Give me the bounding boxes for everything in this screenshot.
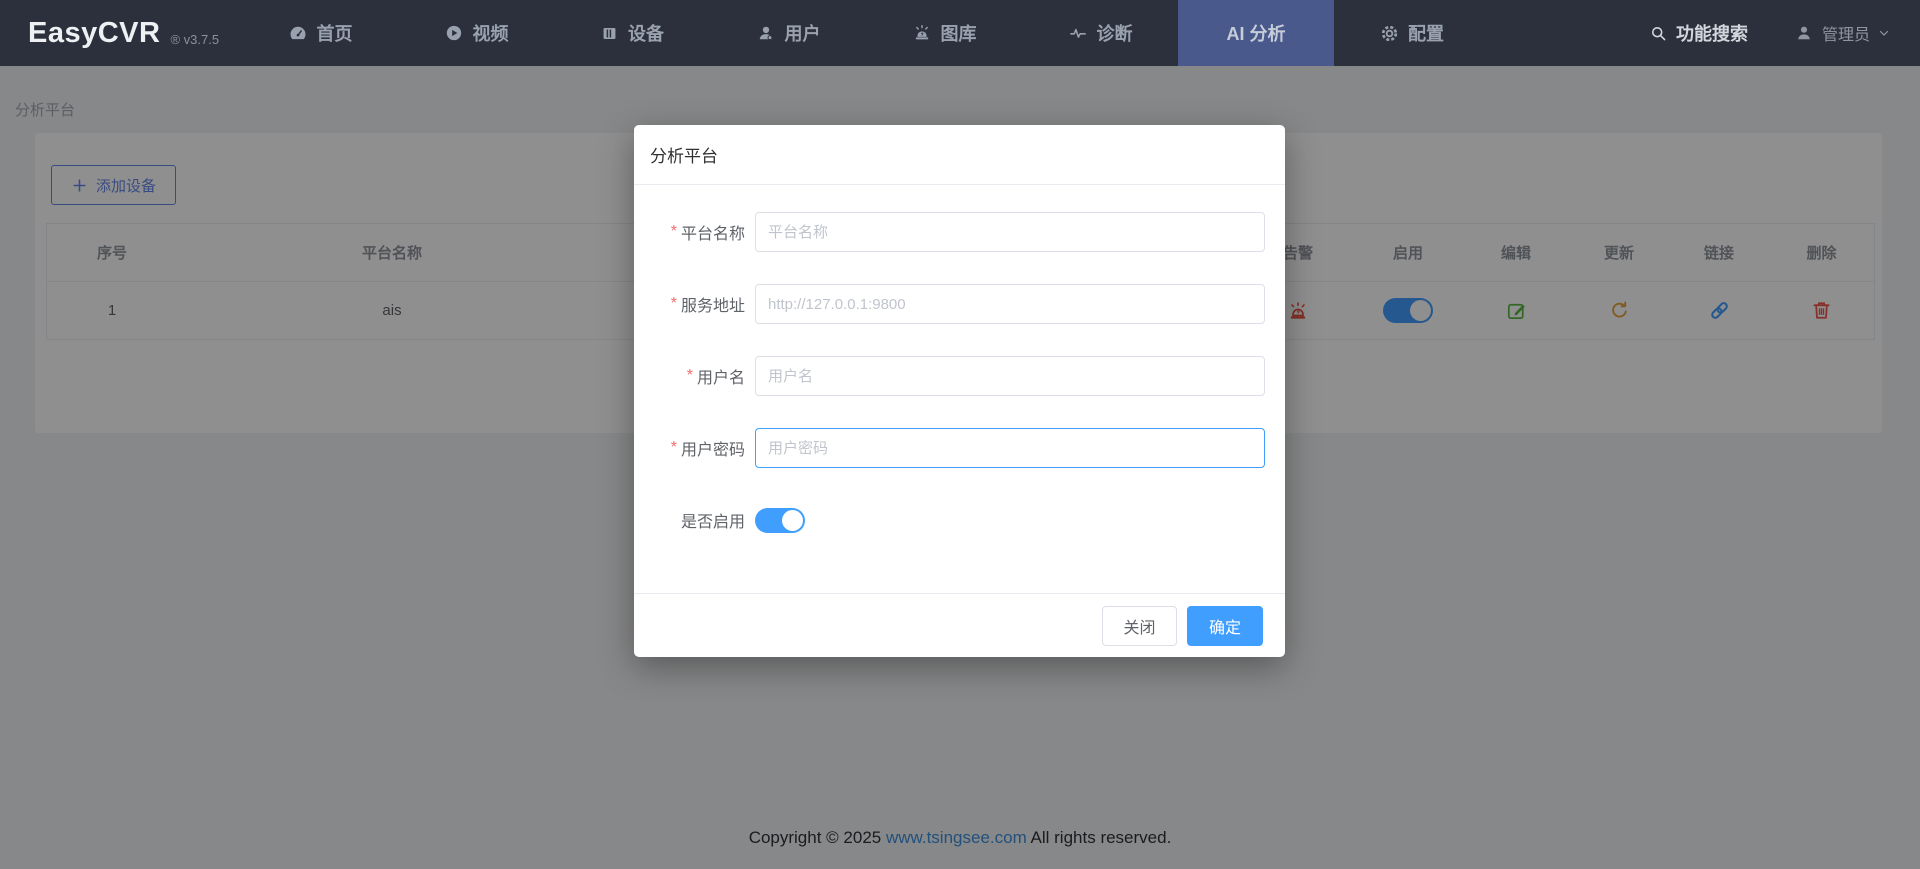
diagnosis-icon — [1068, 23, 1088, 43]
form-row-service-address: * 服务地址 — [654, 284, 1265, 324]
search-icon — [1649, 24, 1668, 43]
nav-item-video[interactable]: 视频 — [398, 0, 554, 66]
nav-item-diagnosis[interactable]: 诊断 — [1022, 0, 1178, 66]
required-mark: * — [686, 367, 693, 384]
admin-avatar-icon — [1794, 23, 1814, 43]
confirm-button[interactable]: 确定 — [1187, 605, 1263, 646]
platform-name-label: * 平台名称 — [670, 223, 745, 243]
nav-item-label: AI 分析 — [1226, 24, 1286, 44]
enable-toggle[interactable] — [755, 507, 805, 533]
dialog-footer: 关闭 确定 — [634, 593, 1285, 657]
gallery-icon — [912, 23, 932, 43]
video-icon — [444, 23, 464, 43]
username-label: * 用户名 — [686, 367, 745, 387]
nav-item-user[interactable]: 用户 — [710, 0, 866, 66]
nav-item-home[interactable]: 首页 — [242, 0, 398, 66]
form-row-username: * 用户名 — [654, 356, 1265, 396]
function-search-label: 功能搜索 — [1675, 24, 1748, 44]
function-search[interactable]: 功能搜索 — [1649, 20, 1748, 46]
nav-item-ai-analysis[interactable]: AI 分析 — [1178, 0, 1334, 66]
nav-item-label: 配置 — [1408, 24, 1444, 44]
dashboard-icon — [288, 23, 308, 43]
nav-item-label: 用户 — [784, 24, 821, 44]
analysis-platform-dialog: 分析平台 * 平台名称 * 服务地址 * 用户名 * — [634, 125, 1285, 657]
top-navbar: EasyCVR ® v3.7.5 首页 视频 设备 用户 图库 诊断 AI 分析… — [0, 0, 1920, 66]
form-row-platform-name: * 平台名称 — [654, 212, 1265, 252]
gear-icon — [1380, 24, 1399, 43]
required-mark: * — [670, 223, 677, 240]
app-version: ® v3.7.5 — [170, 31, 220, 47]
nav-item-label: 诊断 — [1096, 24, 1133, 44]
close-button[interactable]: 关闭 — [1102, 605, 1177, 646]
username-input[interactable] — [755, 356, 1265, 396]
user-menu-label: 管理员 — [1821, 27, 1870, 44]
form-row-password: * 用户密码 — [654, 428, 1265, 468]
password-label: * 用户密码 — [670, 439, 745, 459]
dialog-title: 分析平台 — [650, 147, 718, 166]
nav-item-config[interactable]: 配置 — [1334, 0, 1490, 66]
nav-item-gallery[interactable]: 图库 — [866, 0, 1022, 66]
user-icon — [756, 23, 776, 43]
app-logo[interactable]: EasyCVR ® v3.7.5 — [28, 0, 219, 66]
dialog-header: 分析平台 — [634, 125, 1285, 185]
main-menu: 首页 视频 设备 用户 图库 诊断 AI 分析 配置 — [242, 0, 1490, 66]
user-menu[interactable]: 管理员 — [1794, 21, 1890, 45]
nav-item-label: 设备 — [628, 24, 664, 44]
dialog-body: * 平台名称 * 服务地址 * 用户名 * 用户密码 — [634, 185, 1285, 540]
nav-item-device[interactable]: 设备 — [554, 0, 710, 66]
chevron-down-icon — [1878, 27, 1890, 39]
nav-item-label: 视频 — [472, 24, 509, 44]
service-address-label: * 服务地址 — [670, 295, 745, 315]
required-mark: * — [670, 295, 677, 312]
service-address-input[interactable] — [755, 284, 1265, 324]
platform-name-input[interactable] — [755, 212, 1265, 252]
navbar-right: 功能搜索 管理员 — [1649, 0, 1890, 66]
required-mark: * — [670, 439, 677, 456]
nav-item-label: 图库 — [940, 24, 977, 44]
app-name: EasyCVR — [28, 16, 161, 49]
form-row-enable: 是否启用 — [654, 500, 1265, 540]
enable-label: 是否启用 — [680, 514, 745, 531]
nav-item-label: 首页 — [316, 24, 353, 44]
password-input[interactable] — [755, 428, 1265, 468]
device-icon — [600, 24, 619, 43]
